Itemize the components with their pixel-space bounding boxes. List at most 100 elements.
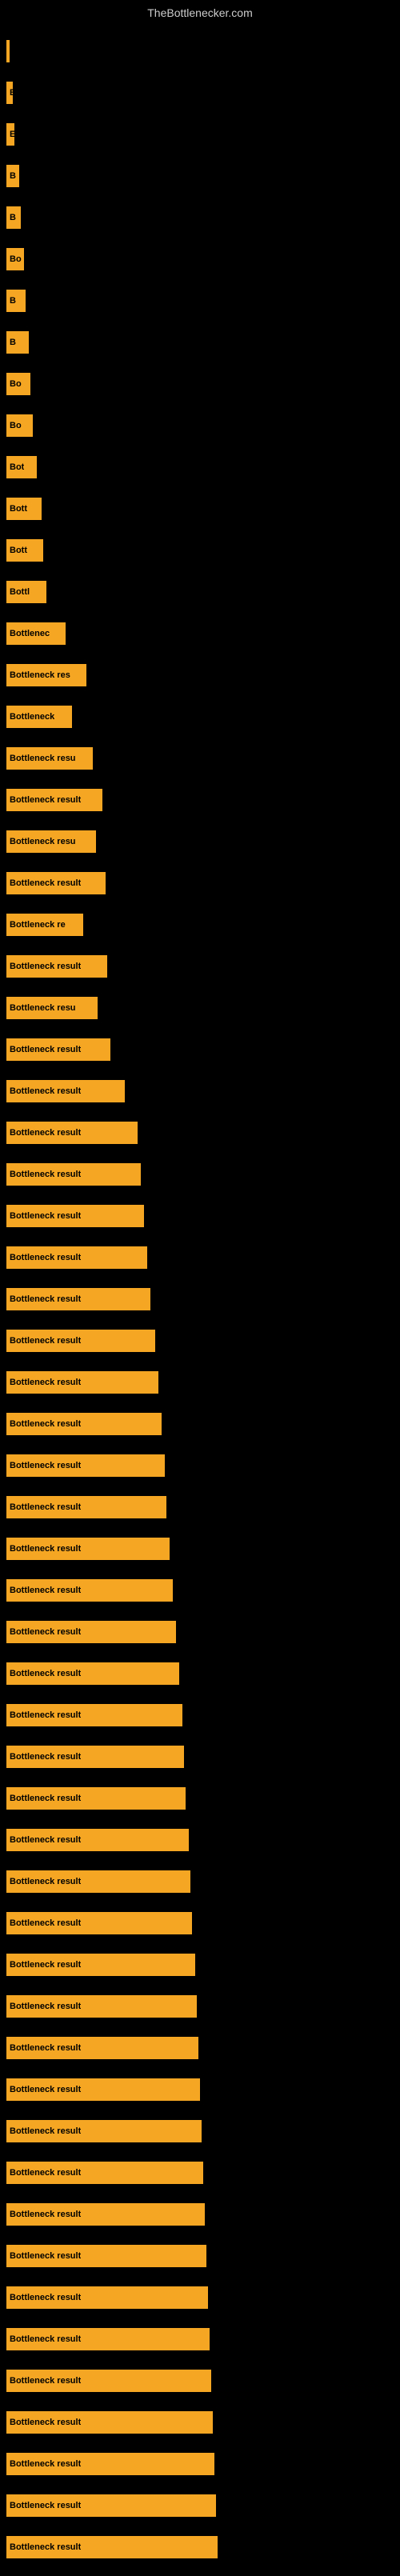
- bar: Bottleneck result: [6, 1704, 182, 1726]
- bar-row: Bottleneck result: [6, 1486, 400, 1528]
- bar-label: Bottlenec: [10, 629, 50, 638]
- bar-label: Bo: [10, 421, 22, 430]
- bar-row: B: [6, 155, 400, 197]
- bar-label: Bottleneck result: [10, 2126, 81, 2136]
- bar-row: Bottleneck result: [6, 1278, 400, 1320]
- bar-row: Bottleneck result: [6, 2027, 400, 2069]
- bar-label: E: [10, 88, 13, 98]
- bar-row: Bottleneck result: [6, 2110, 400, 2152]
- bar: Bottleneck result: [6, 1330, 155, 1352]
- bar-label: Bottleneck result: [10, 1627, 81, 1637]
- site-title: TheBottlenecker.com: [0, 0, 400, 22]
- bar-label: Bottleneck result: [10, 962, 81, 971]
- bar-label: Bottleneck result: [10, 2293, 81, 2302]
- bar: Bottleneck result: [6, 2162, 203, 2184]
- bar-label: Bottleneck resu: [10, 1003, 76, 1013]
- bar-row: Bottleneck result: [6, 1778, 400, 1819]
- bar: Bottleneck result: [6, 1454, 165, 1477]
- bar-row: Bottleneck result: [6, 1195, 400, 1237]
- bar: Bottleneck result: [6, 2494, 216, 2517]
- bar-label: Bottleneck result: [10, 2418, 81, 2427]
- bar-label: Bo: [10, 254, 22, 264]
- bar: Bottleneck result: [6, 2411, 213, 2434]
- bar: Bo: [6, 373, 30, 395]
- bar: Bott: [6, 498, 42, 520]
- bar-label: Bottleneck result: [10, 1128, 81, 1138]
- bar-row: Bottleneck result: [6, 1070, 400, 1112]
- bar-row: Bottleneck result: [6, 779, 400, 821]
- bar-row: Bottleneck result: [6, 1528, 400, 1570]
- bar: Bottleneck re: [6, 914, 83, 936]
- bar-row: Bottleneck result: [6, 1694, 400, 1736]
- bar: Bottleneck res: [6, 664, 86, 686]
- bar: Bottleneck result: [6, 1787, 186, 1810]
- bar: Bo: [6, 248, 24, 270]
- bar: Bottleneck resu: [6, 830, 96, 853]
- bar-label: Bottleneck resu: [10, 754, 76, 763]
- bar: Bottleneck resu: [6, 997, 98, 1019]
- bar: Bottleneck result: [6, 1870, 190, 1893]
- bar-row: Bottleneck: [6, 696, 400, 738]
- bar-label: Bottleneck result: [10, 1918, 81, 1928]
- bar-label: Bottleneck result: [10, 1336, 81, 1346]
- bar: Bottleneck result: [6, 1080, 125, 1102]
- bar-row: B: [6, 322, 400, 363]
- bar: Bottleneck result: [6, 1038, 110, 1061]
- bar-row: Bottleneck result: [6, 1320, 400, 1362]
- bar-row: Bottleneck result: [6, 2152, 400, 2194]
- bar-label: Bottleneck result: [10, 1502, 81, 1512]
- bar: Bottleneck result: [6, 2328, 210, 2350]
- bar: Bottleneck result: [6, 1246, 147, 1269]
- bar-row: Bottleneck result: [6, 2194, 400, 2235]
- bar-row: Bottleneck result: [6, 1403, 400, 1445]
- bar: Bottleneck result: [6, 872, 106, 894]
- bar: Bottleneck result: [6, 2536, 218, 2558]
- bar: Bot: [6, 456, 37, 478]
- bar-label: Bott: [10, 546, 27, 555]
- bar-row: Bottleneck result: [6, 1570, 400, 1611]
- bar: Bottleneck resu: [6, 747, 93, 770]
- bar: E: [6, 123, 14, 146]
- bar-row: Bottlenec: [6, 613, 400, 654]
- bar: Bottleneck result: [6, 1579, 173, 1602]
- bar-row: Bottleneck result: [6, 1237, 400, 1278]
- bar: Bottleneck result: [6, 2453, 214, 2475]
- bar-row: Bottleneck re: [6, 904, 400, 946]
- bar-label: Bottleneck result: [10, 1086, 81, 1096]
- bar-row: Bottleneck result: [6, 1611, 400, 1653]
- bar-label: Bottleneck result: [10, 1419, 81, 1429]
- bar-label: E: [10, 130, 14, 139]
- bar: [6, 40, 10, 62]
- bar: Bottleneck result: [6, 955, 107, 978]
- bar-label: Bottleneck result: [10, 1211, 81, 1221]
- bar: Bottl: [6, 581, 46, 603]
- bar-row: Bottleneck resu: [6, 821, 400, 862]
- bar-label: Bottleneck result: [10, 1710, 81, 1720]
- bar-label: Bottleneck result: [10, 1253, 81, 1262]
- bar-row: [6, 30, 400, 72]
- bar-label: B: [10, 171, 16, 181]
- bar-row: Bottleneck result: [6, 1154, 400, 1195]
- bar: Bottleneck result: [6, 1912, 192, 1934]
- bar-row: Bottleneck result: [6, 2277, 400, 2318]
- bar-row: Bottleneck result: [6, 1986, 400, 2027]
- bar-label: Bottleneck result: [10, 1461, 81, 1470]
- bar-label: Bottleneck result: [10, 2542, 81, 2552]
- bar-label: Bottleneck result: [10, 2085, 81, 2094]
- bar: Bottleneck result: [6, 1995, 197, 2018]
- bar: B: [6, 165, 19, 187]
- bar: Bottleneck result: [6, 2120, 202, 2142]
- bar-row: Bottleneck result: [6, 1362, 400, 1403]
- bar-label: Bottleneck result: [10, 1045, 81, 1054]
- bar-label: Bottleneck result: [10, 1669, 81, 1678]
- bar: Bottleneck result: [6, 1163, 141, 1186]
- bar-row: B: [6, 197, 400, 238]
- bar-label: Bottleneck result: [10, 2002, 81, 2011]
- bar-label: Bottleneck result: [10, 1544, 81, 1554]
- bar: Bottleneck: [6, 706, 72, 728]
- bar-label: Bottleneck result: [10, 2459, 81, 2469]
- bar: Bo: [6, 414, 33, 437]
- bar: B: [6, 206, 21, 229]
- bar-label: Bottleneck res: [10, 670, 70, 680]
- bar: Bottleneck result: [6, 1662, 179, 1685]
